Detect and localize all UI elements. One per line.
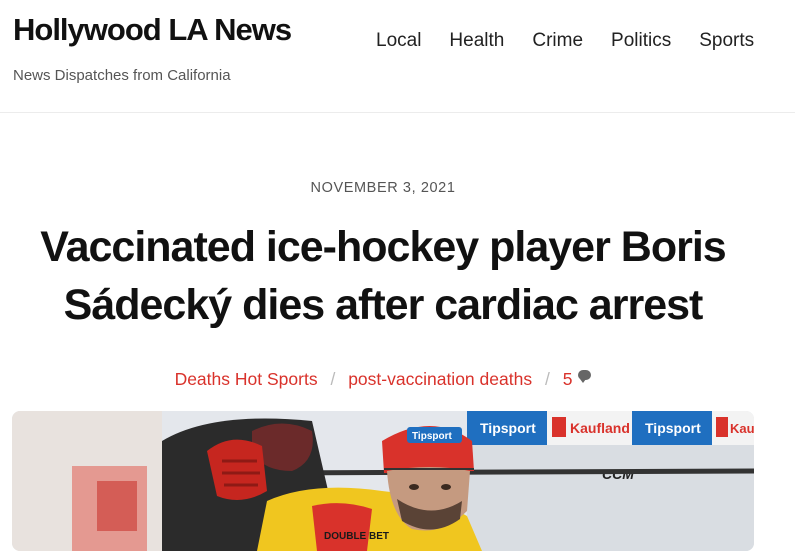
sponsor-text: Kaufland [570,420,630,436]
nav-item-local[interactable]: Local [376,30,421,52]
comment-icon [578,370,592,383]
nav-item-crime[interactable]: Crime [532,30,583,52]
nav-item-politics[interactable]: Politics [611,30,671,52]
main-nav: Local Health Crime Politics Sports [376,30,754,52]
site-tagline: News Dispatches from California [13,67,231,84]
site-title[interactable]: Hollywood LA News [13,12,292,48]
category-link-sports[interactable]: Sports [267,369,318,389]
sponsor-text: Kauf [730,421,754,436]
meta-separator: / [544,369,550,389]
category-link-hot[interactable]: Hot [235,369,262,389]
category-link-deaths[interactable]: Deaths [175,369,230,389]
post-meta: Deaths Hot Sports / post-vaccination dea… [0,369,766,390]
featured-image: Tipsport Kaufland Tipsport Kauf CCM DOUB… [12,411,754,551]
hockey-player-photo: Tipsport Kaufland Tipsport Kauf CCM DOUB… [12,411,754,551]
nav-item-health[interactable]: Health [449,30,504,52]
nav-item-sports[interactable]: Sports [699,30,754,52]
sponsor-text: Tipsport [645,420,701,436]
post-title: Vaccinated ice-hockey player Boris Sádec… [40,223,726,329]
site-header: Hollywood LA News News Dispatches from C… [0,0,795,113]
meta-separator: / [330,369,336,389]
comment-count-link[interactable]: 5 [563,369,573,389]
sponsor-text: Tipsport [480,420,536,436]
tag-link[interactable]: post-vaccination deaths [348,369,532,389]
jersey-text: DOUBLE BET [324,531,389,542]
post-date: NOVEMBER 3, 2021 [310,180,456,196]
svg-text:Tipsport: Tipsport [412,431,452,442]
